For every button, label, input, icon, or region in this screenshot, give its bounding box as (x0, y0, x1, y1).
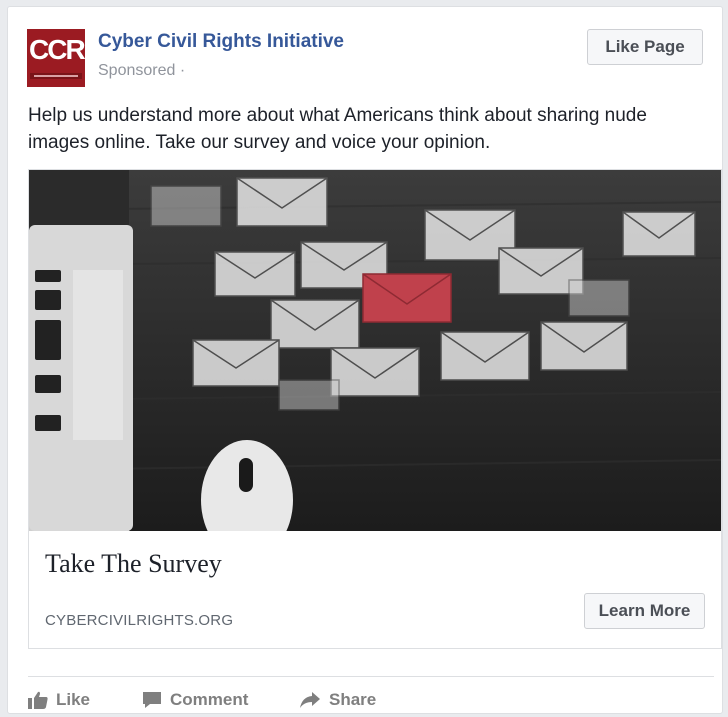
ad-image[interactable] (29, 170, 721, 531)
page-name-link[interactable]: Cyber Civil Rights Initiative (98, 31, 344, 53)
sponsored-post-card: CCRI Cyber Civil Rights Initiative Spons… (7, 6, 723, 714)
logo-subtitle-mark (30, 73, 82, 79)
learn-more-button[interactable]: Learn More (584, 593, 705, 629)
envelopes-photo (29, 170, 721, 531)
actions-divider (28, 676, 714, 677)
page-logo[interactable]: CCRI (27, 29, 85, 87)
highlighted-envelope (362, 273, 452, 323)
sponsored-label: Sponsored · (98, 62, 186, 79)
link-domain: CYBERCIVILRIGHTS.ORG (45, 612, 234, 629)
like-action[interactable]: Like (28, 687, 90, 713)
link-footer[interactable]: Take The Survey CYBERCIVILRIGHTS.ORG Lea… (29, 531, 721, 648)
post-header: CCRI Cyber Civil Rights Initiative Spons… (27, 29, 703, 89)
comment-action[interactable]: Comment (142, 687, 248, 713)
share-label: Share (329, 690, 377, 709)
logo-wordmark: CCRI (29, 34, 85, 65)
share-action[interactable]: Share (299, 687, 376, 713)
post-text: Help us understand more about what Ameri… (28, 105, 647, 153)
like-label: Like (56, 690, 91, 709)
link-title[interactable]: Take The Survey (45, 549, 222, 579)
like-page-button[interactable]: Like Page (587, 29, 703, 65)
share-icon (300, 692, 320, 708)
link-attachment[interactable]: Take The Survey CYBERCIVILRIGHTS.ORG Lea… (28, 169, 722, 649)
comment-label: Comment (170, 690, 249, 709)
thumbs-up-icon (28, 691, 48, 709)
comment-icon (143, 692, 161, 708)
